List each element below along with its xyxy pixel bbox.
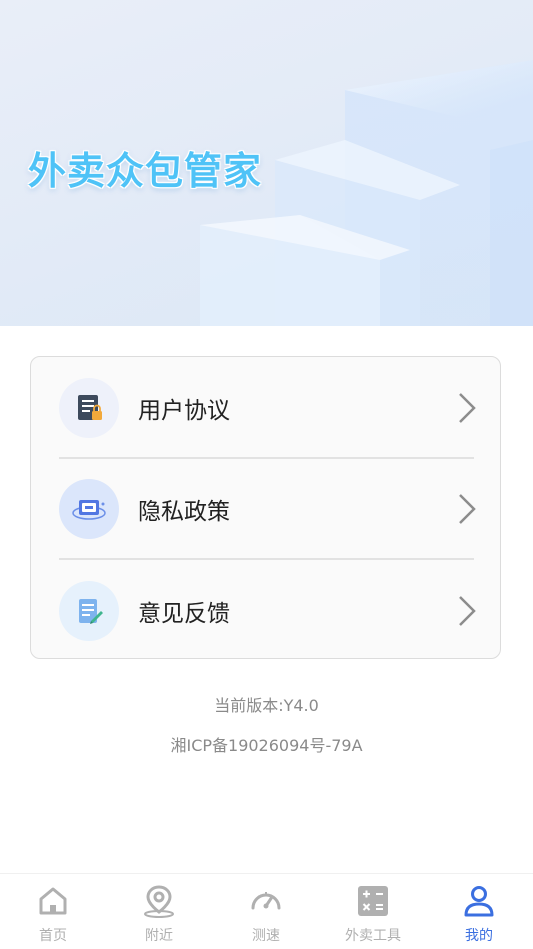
feedback-edit-icon: [59, 580, 119, 641]
chevron-right-icon: [459, 392, 476, 423]
calculator-icon: [358, 886, 388, 916]
menu-item-label: 意见反馈: [138, 600, 230, 627]
chevron-right-icon: [459, 595, 476, 626]
tab-label: 外卖工具: [345, 928, 401, 944]
menu-item-feedback[interactable]: 意见反馈: [31, 560, 500, 661]
tab-speed-test[interactable]: 测速: [213, 874, 319, 949]
tab-nearby[interactable]: 附近: [106, 874, 212, 949]
menu-item-user-agreement[interactable]: 用户协议: [31, 357, 500, 458]
menu-item-label: 隐私政策: [138, 498, 230, 525]
app-version: 当前版本:Y4.0: [214, 696, 319, 715]
app-title: 外卖众包管家: [28, 149, 263, 193]
document-lock-icon: [59, 377, 119, 438]
tab-label: 我的: [465, 928, 493, 944]
icp-record: 湘ICP备19026094号-79A: [170, 736, 363, 755]
home-icon: [39, 887, 67, 915]
user-icon: [464, 886, 494, 917]
settings-menu-card: 用户协议 隐私政策 意见反馈: [30, 356, 501, 659]
tab-label: 首页: [39, 928, 67, 944]
hero-banner: 外卖众包管家: [0, 0, 533, 326]
bottom-tab-bar: 首页 附近 测速 外卖工具 我的: [0, 873, 533, 949]
chevron-right-icon: [459, 493, 476, 524]
menu-item-label: 用户协议: [138, 397, 230, 424]
tab-home[interactable]: 首页: [0, 874, 106, 949]
tab-label: 附近: [145, 928, 173, 944]
privacy-shield-icon: [59, 478, 119, 539]
speedometer-icon: [251, 892, 281, 910]
location-pin-icon: [144, 885, 174, 918]
tab-mine[interactable]: 我的: [426, 874, 532, 949]
tab-delivery-tools[interactable]: 外卖工具: [320, 874, 426, 949]
tab-label: 测速: [252, 928, 280, 944]
menu-item-privacy-policy[interactable]: 隐私政策: [31, 458, 500, 559]
